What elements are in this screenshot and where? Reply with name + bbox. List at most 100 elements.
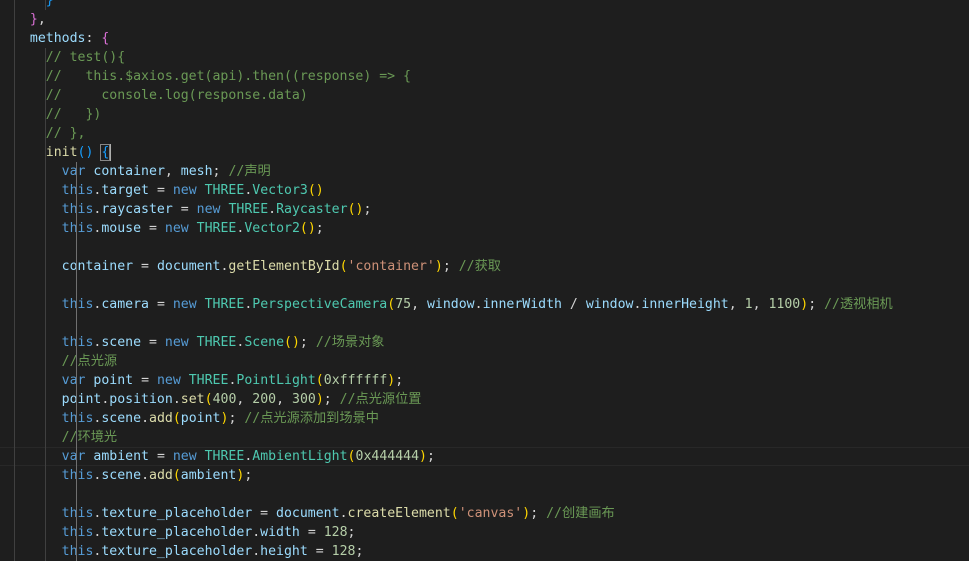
code-line[interactable]: this.raycaster = new THREE.Raycaster();	[0, 200, 969, 219]
token-class: AmbientLight	[252, 449, 348, 464]
token-bracket: (	[315, 373, 324, 388]
token-keyword: new	[164, 221, 189, 236]
token-keyword: var	[61, 373, 86, 388]
code-line[interactable]: //点光源	[0, 352, 969, 371]
code-line[interactable]: //环境光	[0, 428, 969, 447]
token: .	[252, 525, 261, 540]
token: ;	[530, 506, 547, 521]
code-line[interactable]: // },	[0, 124, 969, 143]
code-line[interactable]: container = document.getElementById('con…	[0, 257, 969, 276]
indent-guide	[76, 257, 77, 276]
code-line[interactable]: this.scene = new THREE.Scene(); //场景对象	[0, 333, 969, 352]
token-variable: methods	[29, 31, 86, 46]
token-bracket: (	[347, 449, 356, 464]
indent-guide	[14, 523, 15, 542]
code-line[interactable]: this.target = new THREE.Vector3()	[0, 181, 969, 200]
indent-guide	[14, 67, 15, 86]
token: .	[172, 392, 181, 407]
indent-guide	[14, 409, 15, 428]
code-line[interactable]	[0, 314, 969, 333]
indent-guide	[14, 428, 15, 447]
token-variable: window	[426, 297, 475, 312]
indent-guide	[45, 333, 46, 352]
token-comment: //获取	[458, 259, 501, 274]
token-keyword: new	[164, 335, 189, 350]
token-function: add	[149, 411, 173, 426]
token-class: THREE	[188, 373, 229, 388]
code-editor[interactable]: } }, methods: { // test(){ // this.$axio…	[0, 0, 969, 561]
token-function: add	[149, 468, 173, 483]
code-line[interactable]: this.scene.add(ambient);	[0, 466, 969, 485]
token: ,	[411, 297, 427, 312]
token-bracket: )	[419, 449, 427, 464]
code-line[interactable]: this.texture_placeholder.width = 128;	[0, 523, 969, 542]
token-number: 0x444444	[355, 449, 420, 464]
token: ;	[426, 449, 435, 464]
code-line[interactable]: this.camera = new THREE.PerspectiveCamer…	[0, 295, 969, 314]
indent-guide	[45, 238, 46, 257]
indent-guide	[14, 48, 15, 67]
token-comment: // console.log(response.data)	[45, 88, 308, 103]
token-comment: //点光源	[61, 354, 118, 369]
token-keyword: new	[196, 202, 221, 217]
code-line[interactable]: // test(){	[0, 48, 969, 67]
code-line[interactable]: // })	[0, 105, 969, 124]
indent-guide	[14, 143, 15, 162]
token-number: 400	[212, 392, 237, 407]
code-line[interactable]: // console.log(response.data)	[0, 86, 969, 105]
token-number: 128	[323, 525, 348, 540]
indent-guide	[76, 485, 77, 504]
indent-guide	[45, 200, 46, 219]
indent-guide	[14, 0, 15, 10]
code-line[interactable]: var point = new THREE.PointLight(0xfffff…	[0, 371, 969, 390]
token: ,	[236, 392, 253, 407]
text-cursor	[109, 143, 112, 161]
token-variable: container	[93, 164, 165, 179]
code-line[interactable]: point.position.set(400, 200, 300); //点光源…	[0, 390, 969, 409]
token: =	[149, 183, 173, 198]
code-line[interactable]: methods: {	[0, 29, 969, 48]
token-class: THREE	[196, 335, 237, 350]
token-variable: point	[93, 373, 134, 388]
code-line[interactable]	[0, 485, 969, 504]
code-line[interactable]: var ambient = new THREE.AmbientLight(0x4…	[0, 447, 969, 466]
token: ;	[244, 468, 253, 483]
code-line[interactable]: this.mouse = new THREE.Vector2();	[0, 219, 969, 238]
token-variable: ambient	[180, 468, 237, 483]
indent-guide	[76, 504, 77, 523]
token-variable: texture_placeholder	[101, 506, 253, 521]
indent-guide	[14, 314, 15, 333]
token-bracket: (	[172, 468, 181, 483]
token-class: THREE	[204, 449, 245, 464]
code-line[interactable]: },	[0, 10, 969, 29]
code-line[interactable]: // this.$axios.get(api).then((response) …	[0, 67, 969, 86]
token-class: THREE	[228, 202, 269, 217]
token-bracket: (	[204, 392, 213, 407]
token-bracket: ()	[299, 221, 316, 236]
code-line[interactable]: }	[0, 0, 969, 10]
code-line[interactable]	[0, 276, 969, 295]
indent-guide	[76, 371, 77, 390]
token-class: THREE	[204, 297, 245, 312]
code-line[interactable]: this.texture_placeholder = document.crea…	[0, 504, 969, 523]
token-variable: point	[180, 411, 221, 426]
indent-guide	[14, 162, 15, 181]
code-line[interactable]: this.scene.add(point); //点光源添加到场景中	[0, 409, 969, 428]
code-line[interactable]	[0, 238, 969, 257]
token-variable: innerWidth	[482, 297, 562, 312]
indent-guide	[45, 314, 46, 333]
code-line[interactable]: init() {	[0, 143, 969, 162]
code-line[interactable]: var container, mesh; //声明	[0, 162, 969, 181]
token-comment: //场景对象	[315, 335, 385, 350]
token-number: 300	[292, 392, 316, 407]
token: .	[339, 506, 348, 521]
code-line[interactable]: this.texture_placeholder.height = 128;	[0, 542, 969, 561]
indent-guide	[76, 314, 77, 333]
indent-guide	[14, 333, 15, 352]
